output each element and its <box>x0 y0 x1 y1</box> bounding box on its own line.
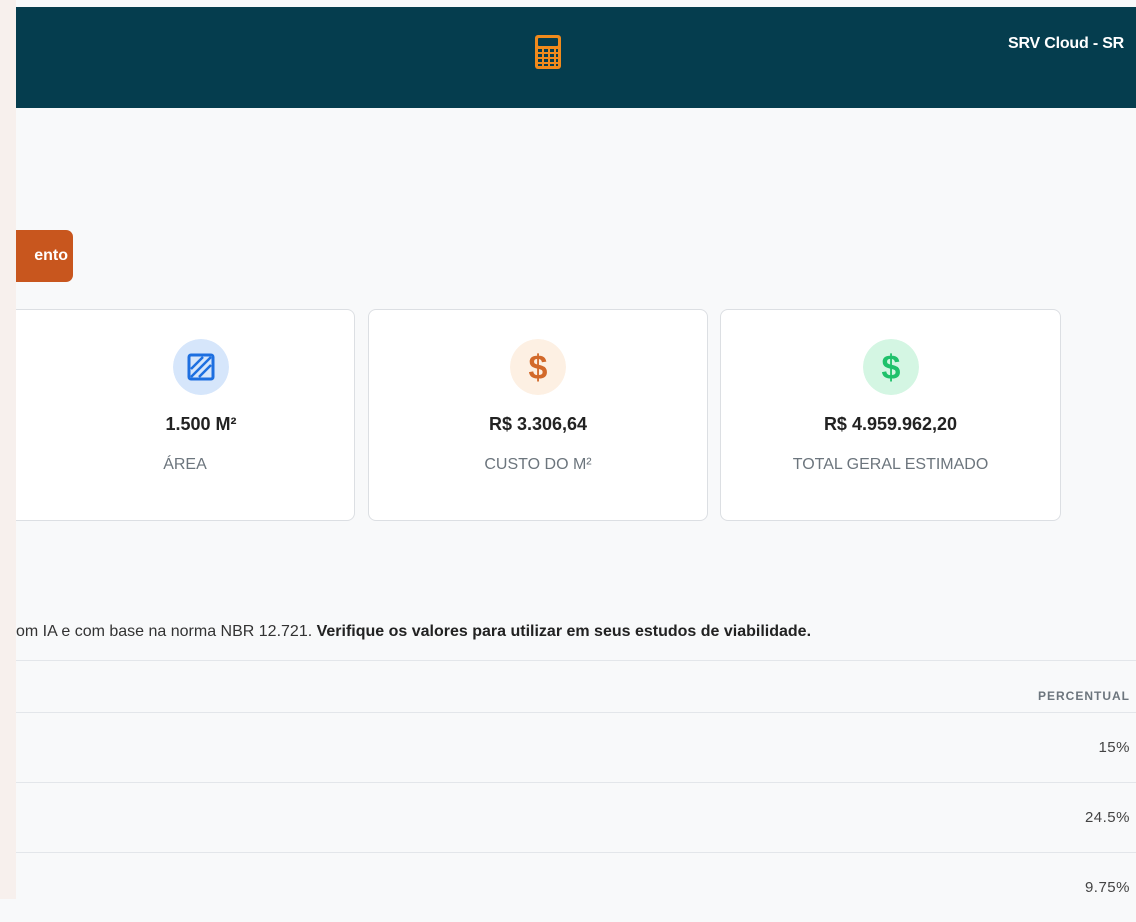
table-row[interactable]: 9.75% <box>16 852 1136 922</box>
dollar-icon: $ <box>510 339 566 395</box>
action-button[interactable]: ento <box>16 230 73 282</box>
svg-text:$: $ <box>529 349 548 387</box>
cost-per-m2-label: CUSTO DO M² <box>484 456 592 473</box>
area-value: 1.500 M² <box>165 414 237 434</box>
disclaimer-note: om IA e com base na norma NBR 12.721. Ve… <box>16 623 811 641</box>
cost-table: PERCENTUAL 15% 24.5% 9.75% <box>16 660 1136 922</box>
cost-per-m2-card: $ R$ 3.306,64 CUSTO DO M² <box>368 309 708 521</box>
total-estimate-value: R$ 4.959.962,20 <box>823 414 958 434</box>
left-strip <box>0 0 16 899</box>
area-card: 1.500 M² ÁREA <box>16 309 355 521</box>
cost-per-m2-value: R$ 3.306,64 <box>488 414 588 434</box>
area-hatch-icon <box>173 339 229 395</box>
top-navbar: SRV Cloud - SR <box>16 7 1136 108</box>
percent-cell: 24.5% <box>1084 809 1130 826</box>
dollar-icon: $ <box>862 339 919 395</box>
calculator-icon[interactable] <box>534 34 562 70</box>
total-estimate-card: $ R$ 4.959.962,20 TOTAL GERAL ESTIMADO <box>720 309 1061 521</box>
main-content: ento 1.500 M² ÁREA $ R$ 3.306,64 CUSTO D… <box>16 108 1136 899</box>
percent-cell: 15% <box>1098 739 1130 756</box>
svg-text:$: $ <box>881 349 900 387</box>
brand-title[interactable]: SRV Cloud - SR <box>1008 35 1124 53</box>
table-header-row: PERCENTUAL <box>16 660 1136 712</box>
table-row[interactable]: 24.5% <box>16 782 1136 852</box>
disclaimer-bold: Verifique os valores para utilizar em se… <box>316 623 812 640</box>
percent-cell: 9.75% <box>1084 879 1130 896</box>
disclaimer-text: om IA e com base na norma NBR 12.721. <box>16 623 317 640</box>
area-label: ÁREA <box>163 456 207 473</box>
table-row[interactable]: 15% <box>16 712 1136 782</box>
column-header-percentual[interactable]: PERCENTUAL <box>1038 689 1130 703</box>
total-estimate-label: TOTAL GERAL ESTIMADO <box>792 456 989 473</box>
